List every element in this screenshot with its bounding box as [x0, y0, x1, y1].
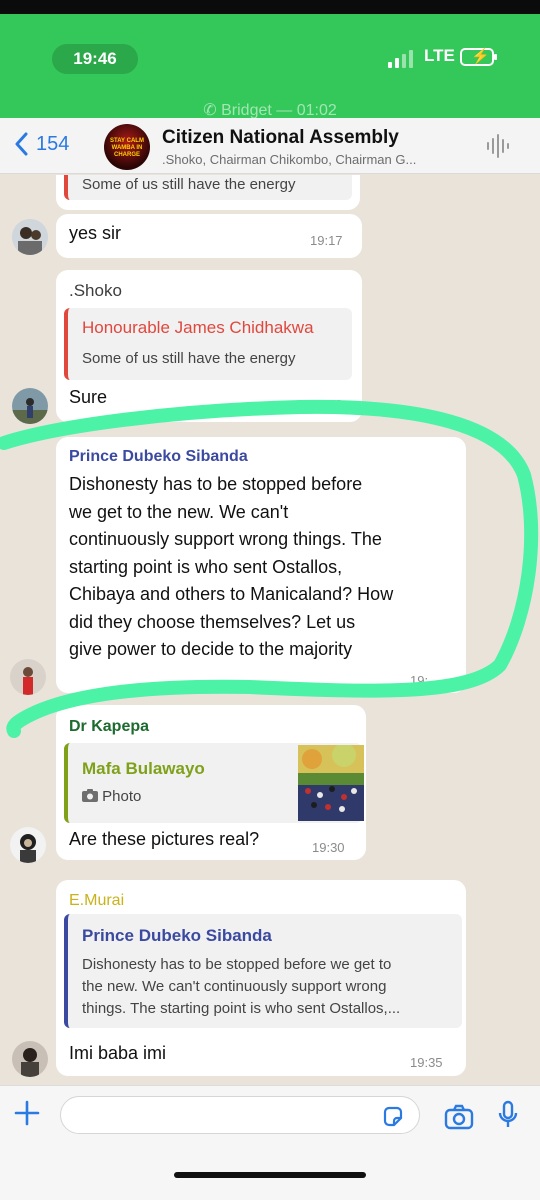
message-bubble[interactable]: Some of us still have the energy [56, 175, 360, 210]
avatar[interactable] [10, 659, 46, 695]
quoted-line: things. The starting point is who sent O… [82, 1000, 401, 1017]
call-banner-text: ✆ Bridget — 01:02 [203, 102, 337, 119]
group-avatar[interactable]: STAY CALM WAMBA IN CHARGE [104, 124, 150, 170]
quoted-sender: Prince Dubeko Sibanda [82, 926, 272, 945]
sender-name[interactable]: Prince Dubeko Sibanda [69, 448, 248, 466]
quoted-message[interactable]: Mafa Bulawayo Photo [64, 743, 364, 823]
sender-name[interactable]: .Shoko [69, 281, 122, 301]
avatar[interactable] [12, 388, 48, 424]
group-title[interactable]: Citizen National Assembly [162, 127, 399, 149]
message-bubble[interactable]: yes sir 19:17 [56, 214, 362, 258]
chat-header: 154 STAY CALM WAMBA IN CHARGE Citizen Na… [0, 118, 540, 174]
message-bubble[interactable]: Prince Dubeko Sibanda Dishonesty has to … [56, 437, 466, 693]
battery-icon: ⚡ [460, 48, 497, 66]
message-text: yes sir [69, 223, 122, 243]
message-bubble[interactable]: E.Murai Prince Dubeko Sibanda Dishonesty… [56, 880, 466, 1076]
message-time: 19:17 [310, 233, 343, 248]
message-time: 19:30 [312, 840, 345, 855]
message-line: Chibaya and others to Manicaland? How [69, 584, 394, 604]
phone-icon: ✆ [203, 102, 222, 119]
sender-name[interactable]: E.Murai [69, 892, 124, 910]
message-text: Sure [69, 387, 108, 407]
quoted-message[interactable]: Some of us still have the energy [64, 175, 352, 200]
quoted-sender: Honourable James Chidhakwa [82, 318, 314, 337]
home-indicator[interactable] [174, 1172, 366, 1178]
message-time: 19:.. [410, 673, 436, 688]
quoted-message[interactable]: Prince Dubeko Sibanda Dishonesty has to … [64, 914, 462, 1028]
quoted-photo-thumbnail[interactable] [298, 745, 364, 821]
message-bubble[interactable]: .Shoko Honourable James Chidhakwa Some o… [56, 270, 362, 422]
plus-icon[interactable] [14, 1100, 40, 1134]
message-line: give power to decide to the majority [69, 639, 353, 659]
back-button[interactable]: 154 [14, 132, 69, 156]
quoted-line: Dishonesty has to be stopped before we g… [82, 956, 392, 973]
sender-name[interactable]: Dr Kapepa [69, 718, 149, 736]
audio-wave-icon[interactable] [486, 134, 512, 158]
message-bubble[interactable]: Dr Kapepa Mafa Bulawayo Photo Are these … [56, 705, 366, 860]
message-line: we get to the new. We can't [69, 501, 289, 522]
quoted-media: Photo [82, 786, 141, 808]
photo-icon [82, 788, 102, 805]
message-line: did they choose themselves? Let us [69, 611, 356, 632]
avatar[interactable] [10, 827, 46, 863]
message-input[interactable] [60, 1096, 420, 1134]
sticker-icon[interactable] [382, 1106, 404, 1128]
quoted-text: Some of us still have the energy [82, 350, 296, 367]
unread-count: 154 [36, 132, 70, 155]
quoted-text: Some of us still have the energy [82, 176, 296, 193]
avatar[interactable] [12, 219, 48, 255]
chevron-left-icon [15, 132, 28, 156]
signal-icon [388, 48, 416, 68]
message-line: continuously support wrong things. The [69, 529, 382, 549]
camera-icon[interactable] [444, 1104, 474, 1130]
message-line: Dishonesty has to be stopped before [69, 474, 363, 494]
group-members[interactable]: .Shoko, Chairman Chikombo, Chairman G... [162, 152, 416, 167]
chat-area[interactable]: Some of us still have the energy yes sir… [0, 175, 540, 1085]
message-line: starting point is who sent Ostallos, [69, 556, 343, 577]
device-frame [0, 0, 540, 14]
message-time: 19:23 [310, 397, 343, 412]
compose-bar [0, 1085, 540, 1200]
message-text: Are these pictures real? [69, 829, 260, 849]
message-text: Imi baba imi [69, 1043, 167, 1063]
quoted-line: the new. We can't continuously support w… [82, 978, 387, 995]
mic-icon[interactable] [498, 1100, 518, 1130]
avatar[interactable] [12, 1041, 48, 1077]
active-call-banner[interactable]: 19:46 LTE ⚡ ✆ Bridget — 01:02 [0, 14, 540, 119]
quoted-message[interactable]: Honourable James Chidhakwa Some of us st… [64, 308, 352, 380]
clock: 19:46 [52, 44, 138, 74]
message-time: 19:35 [410, 1055, 443, 1070]
network-type: LTE [424, 46, 455, 65]
quoted-sender: Mafa Bulawayo [82, 759, 205, 778]
